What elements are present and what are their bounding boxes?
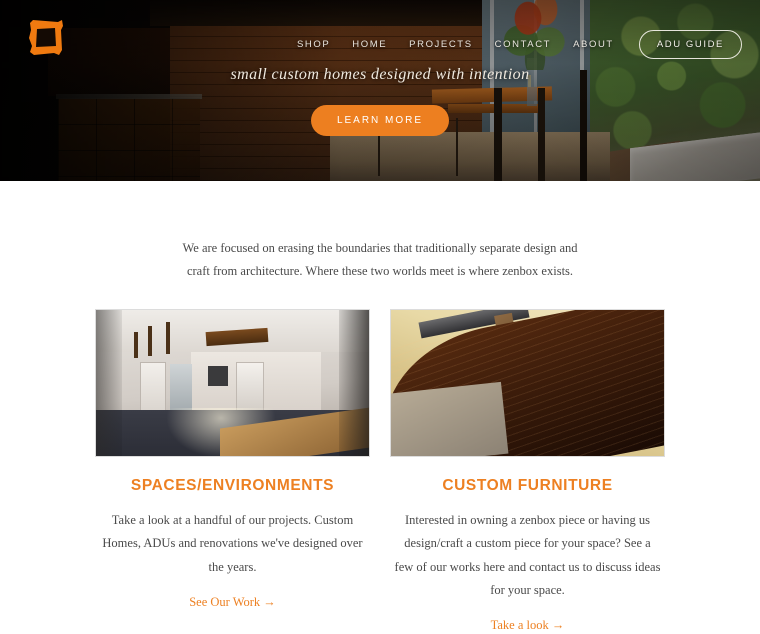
- main-navigation[interactable]: SHOP HOME PROJECTS CONTACT ABOUT ADU GUI…: [286, 30, 742, 59]
- card-image-furniture[interactable]: [390, 309, 665, 458]
- main-content: We are focused on erasing the boundaries…: [0, 237, 760, 634]
- room-left-shadow: [96, 310, 122, 457]
- site-logo[interactable]: [24, 16, 68, 60]
- card-custom-furniture: CUSTOM FURNITURE Interested in owning a …: [390, 309, 665, 634]
- hero-cta-container: LEARN MORE: [0, 105, 760, 136]
- nav-item-about[interactable]: ABOUT: [562, 33, 625, 56]
- card-link-container-spaces: See Our Work →: [95, 593, 370, 611]
- card-body-spaces: Take a look at a handful of our projects…: [102, 513, 363, 574]
- hero-tagline: small custom homes designed with intenti…: [230, 66, 530, 83]
- learn-more-button[interactable]: LEARN MORE: [310, 105, 450, 136]
- card-link-container-furniture: Take a look →: [390, 616, 665, 634]
- nav-item-contact[interactable]: CONTACT: [484, 33, 562, 56]
- card-image-spaces[interactable]: [95, 309, 370, 458]
- intro-paragraph: We are focused on erasing the boundaries…: [182, 241, 578, 279]
- nav-item-shop[interactable]: SHOP: [286, 33, 341, 56]
- adu-guide-button[interactable]: ADU GUIDE: [638, 30, 742, 59]
- feature-cards: SPACES/ENVIRONMENTS Take a look at a han…: [0, 309, 760, 634]
- room-pendant-one: [134, 332, 138, 359]
- see-our-work-link[interactable]: See Our Work →: [189, 595, 276, 609]
- room-wall-art: [208, 366, 228, 387]
- slab-foreground-cloth: [391, 382, 509, 457]
- nav-item-home[interactable]: HOME: [341, 33, 398, 56]
- card-title-furniture: CUSTOM FURNITURE: [442, 477, 613, 495]
- card-spaces-environments: SPACES/ENVIRONMENTS Take a look at a han…: [95, 309, 370, 634]
- room-right-shadow: [339, 310, 369, 457]
- nav-item-projects[interactable]: PROJECTS: [398, 33, 483, 56]
- room-pendant-two: [148, 326, 152, 357]
- hero-background-image: [0, 0, 760, 181]
- square-logo-icon: [29, 20, 63, 55]
- card-body-furniture: Interested in owning a zenbox piece or h…: [394, 513, 661, 597]
- room-pendant-three: [166, 322, 170, 355]
- hero-section: SHOP HOME PROJECTS CONTACT ABOUT ADU GUI…: [0, 0, 760, 181]
- take-a-look-link[interactable]: Take a look →: [491, 618, 565, 632]
- hero-vignette-overlay: [0, 0, 760, 181]
- card-title-spaces: SPACES/ENVIRONMENTS: [130, 477, 335, 495]
